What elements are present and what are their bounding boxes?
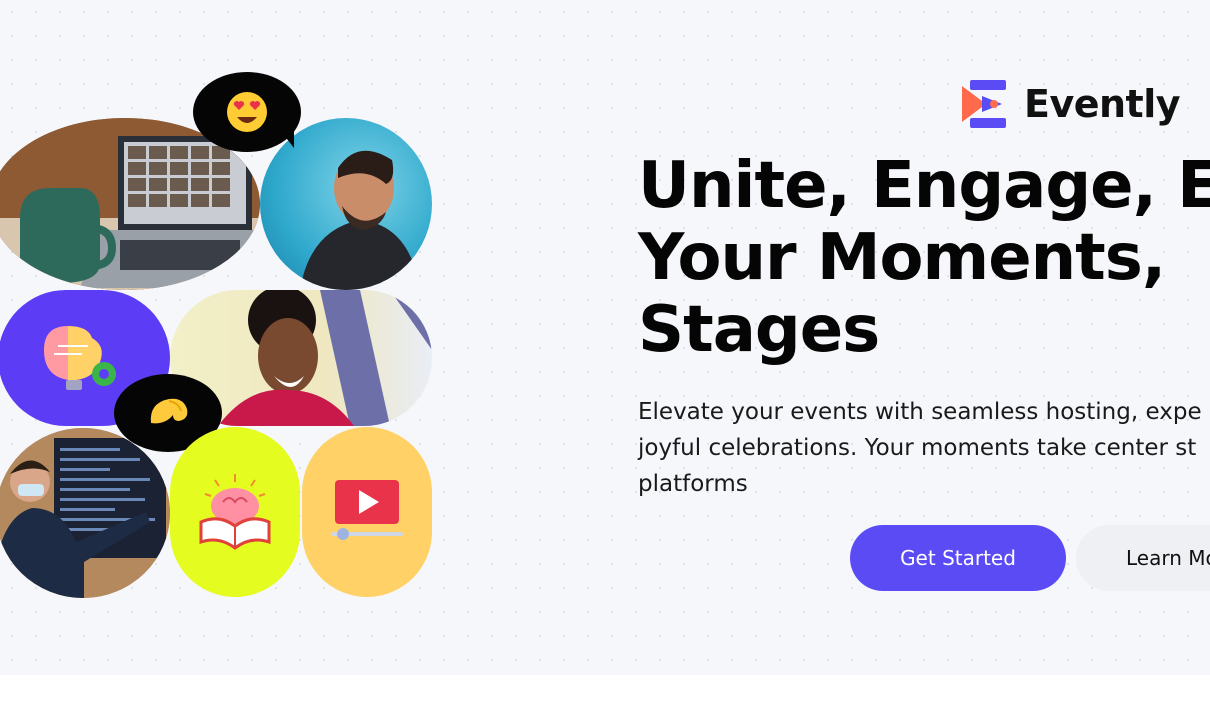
headline-line-2: Your Moments, bbox=[638, 221, 1166, 295]
presenter-classroom-photo bbox=[0, 428, 170, 598]
get-started-button[interactable]: Get Started bbox=[850, 525, 1066, 591]
brand-name: Evently bbox=[1024, 82, 1181, 126]
headline-line-3: Stages bbox=[638, 293, 880, 367]
hero-subtitle: Elevate your events with seamless hostin… bbox=[638, 394, 1210, 502]
bubble-tail bbox=[280, 130, 294, 148]
brain-book-tile bbox=[170, 427, 300, 597]
video-play-tile bbox=[302, 427, 432, 597]
learn-more-button[interactable]: Learn Mo bbox=[1076, 525, 1210, 591]
subtitle-line-2: joyful celebrations. Your moments take c… bbox=[638, 435, 1197, 461]
brain-book-icon bbox=[199, 474, 271, 550]
brain-lightbulb-gear-icon bbox=[44, 326, 116, 390]
video-play-icon bbox=[331, 480, 403, 540]
pinched-fingers-emoji-icon bbox=[150, 398, 188, 424]
headline-line-1: Unite, Engage, E bbox=[638, 149, 1210, 223]
brand-logo[interactable]: Evently bbox=[960, 78, 1181, 130]
bubble-tail bbox=[128, 424, 144, 438]
hero-section: Evently Unite, Engage, E Your Moments, S… bbox=[0, 0, 1210, 675]
subtitle-line-3: platforms bbox=[638, 471, 748, 497]
subtitle-line-1: Elevate your events with seamless hostin… bbox=[638, 399, 1202, 425]
page-title: Unite, Engage, E Your Moments, Stages bbox=[638, 150, 1210, 366]
heart-eyes-emoji-icon bbox=[227, 92, 267, 132]
evently-logo-icon bbox=[962, 80, 1006, 128]
